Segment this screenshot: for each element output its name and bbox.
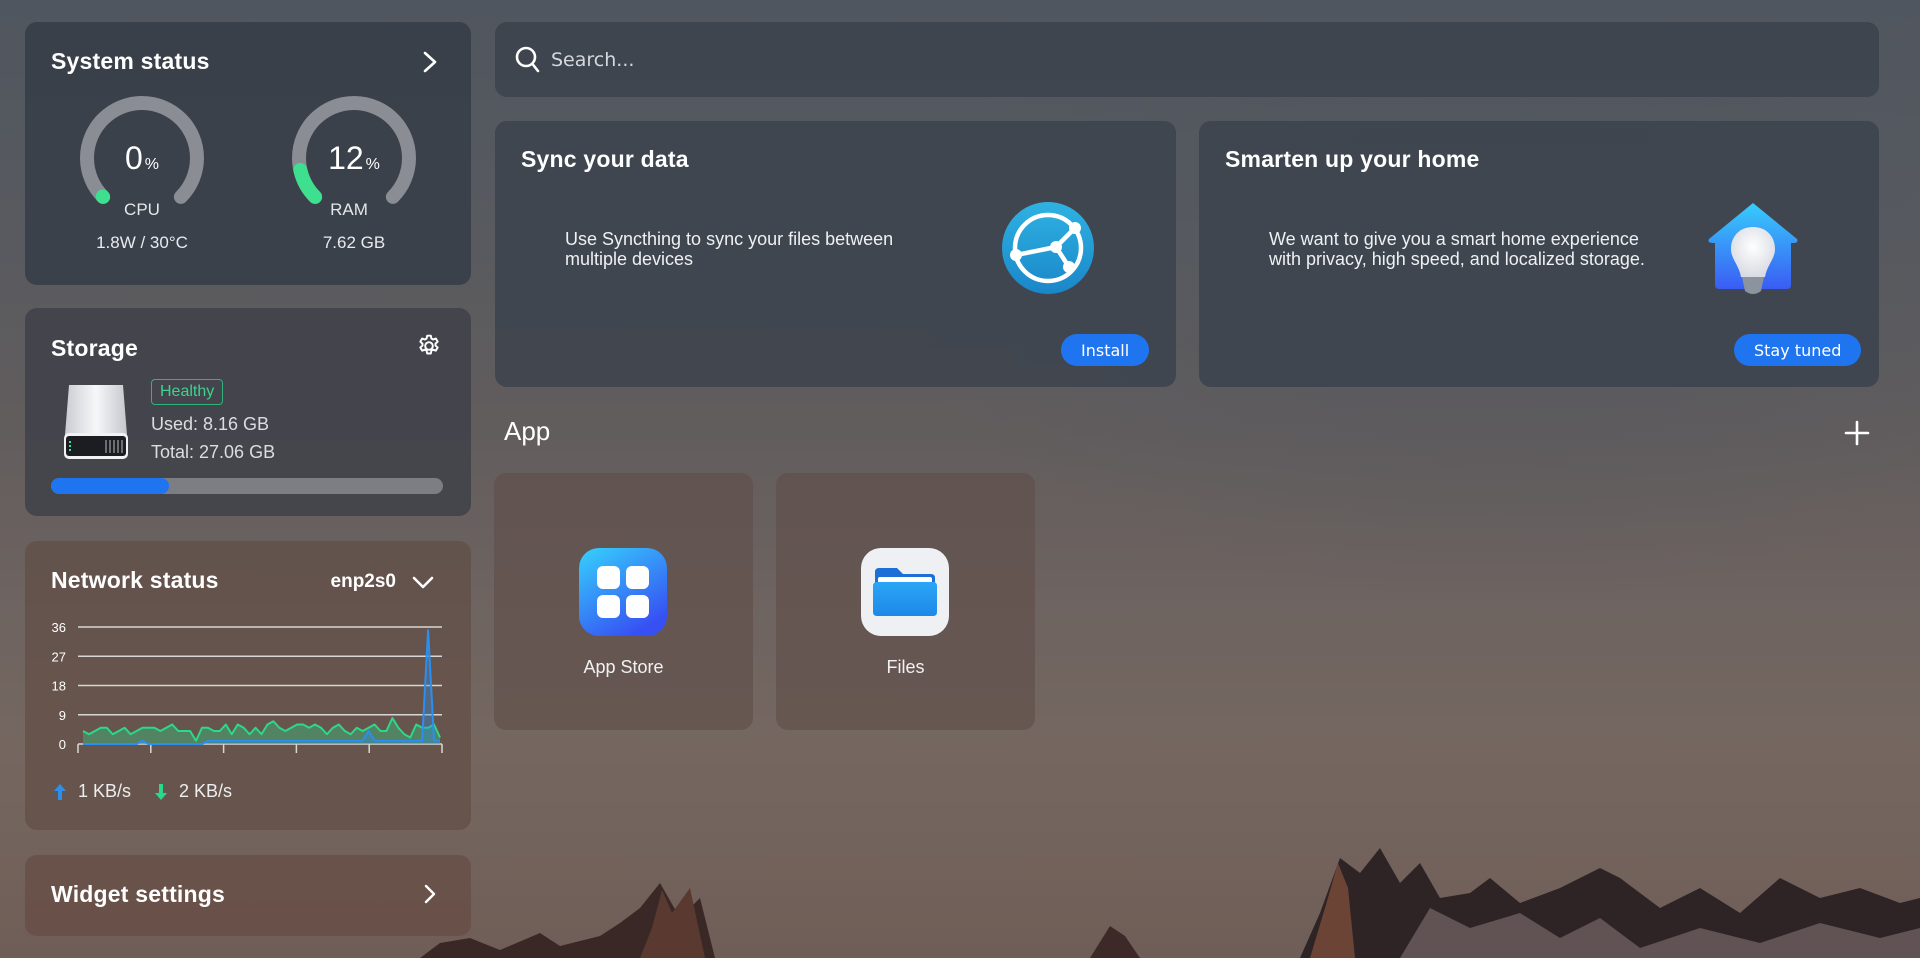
app-tile-app-store[interactable]: App Store xyxy=(494,473,753,730)
download-rate: 2 KB/s xyxy=(179,781,233,801)
disk-icon xyxy=(64,385,128,459)
search-input[interactable] xyxy=(551,40,1831,80)
system-status-title: System status xyxy=(51,48,210,74)
network-chart: 36 27 18 9 0 xyxy=(52,620,443,753)
stay-tuned-button[interactable]: Stay tuned xyxy=(1734,334,1862,366)
app-label: App Store xyxy=(583,657,664,677)
storage-card: Storage Healthy Used: 8.16 GB Total: 27.… xyxy=(25,308,471,516)
widget-settings-button[interactable]: Widget settings xyxy=(25,855,471,936)
ram-label: RAM xyxy=(330,200,368,219)
smart-home-promo-card: Smarten up your home We want to give you… xyxy=(1199,121,1879,387)
download-arrow-icon xyxy=(155,784,167,800)
chevron-down-icon[interactable] xyxy=(410,571,436,593)
search-icon xyxy=(515,46,540,73)
y-tick-label: 0 xyxy=(59,737,66,752)
app-store-icon xyxy=(579,548,667,636)
smart-home-bulb-icon xyxy=(1708,203,1798,294)
gear-icon[interactable] xyxy=(416,333,442,359)
y-tick-label: 18 xyxy=(52,679,66,694)
cpu-label: CPU xyxy=(124,200,160,219)
syncthing-icon xyxy=(1002,202,1094,294)
network-title: Network status xyxy=(51,567,219,593)
series-upload-area xyxy=(83,630,440,744)
smart-home-promo-description: We want to give you a smart home experie… xyxy=(1269,229,1645,269)
y-tick-label: 9 xyxy=(59,708,66,723)
widget-settings-label: Widget settings xyxy=(51,881,226,907)
smart-home-promo-title: Smarten up your home xyxy=(1225,146,1480,172)
app-tile-files[interactable]: Files xyxy=(776,473,1035,730)
storage-total: Total: 27.06 GB xyxy=(151,442,276,462)
app-section-title: App xyxy=(504,416,551,446)
cpu-value: 0% xyxy=(124,140,160,176)
chevron-right-icon xyxy=(424,884,436,904)
sync-promo-title: Sync your data xyxy=(521,146,689,172)
network-status-card: Network status enp2s0 36 27 18 9 0 1 KB/s 2 … xyxy=(25,541,471,830)
app-label: Files xyxy=(886,657,925,677)
upload-rate: 1 KB/s xyxy=(78,781,132,801)
upload-arrow-icon xyxy=(54,784,66,800)
storage-used: Used: 8.16 GB xyxy=(151,414,270,434)
storage-usage-bar xyxy=(51,478,443,494)
ram-detail: 7.62 GB xyxy=(322,233,386,252)
folder-icon xyxy=(861,548,949,636)
interface-select[interactable]: enp2s0 xyxy=(331,571,396,593)
storage-usage-fill xyxy=(51,478,170,494)
sync-promo-card: Sync your data Use Syncthing to sync you… xyxy=(495,121,1176,387)
health-badge: Healthy xyxy=(151,379,224,405)
ram-value: 12% xyxy=(328,140,380,176)
series-upload-line xyxy=(83,629,440,745)
chevron-right-icon[interactable] xyxy=(419,49,441,75)
install-button[interactable]: Install xyxy=(1061,334,1150,366)
add-app-icon[interactable] xyxy=(1842,418,1872,448)
search-bar[interactable] xyxy=(495,22,1879,97)
storage-title: Storage xyxy=(51,335,139,361)
system-status-card: System status 0% CPU 1.8W / 30°C 12% RAM… xyxy=(25,22,471,285)
y-tick-label: 27 xyxy=(52,649,66,664)
y-tick-label: 36 xyxy=(52,620,66,635)
sync-promo-description: Use Syncthing to sync your files between… xyxy=(565,229,894,269)
cpu-detail: 1.8W / 30°C xyxy=(96,233,188,252)
